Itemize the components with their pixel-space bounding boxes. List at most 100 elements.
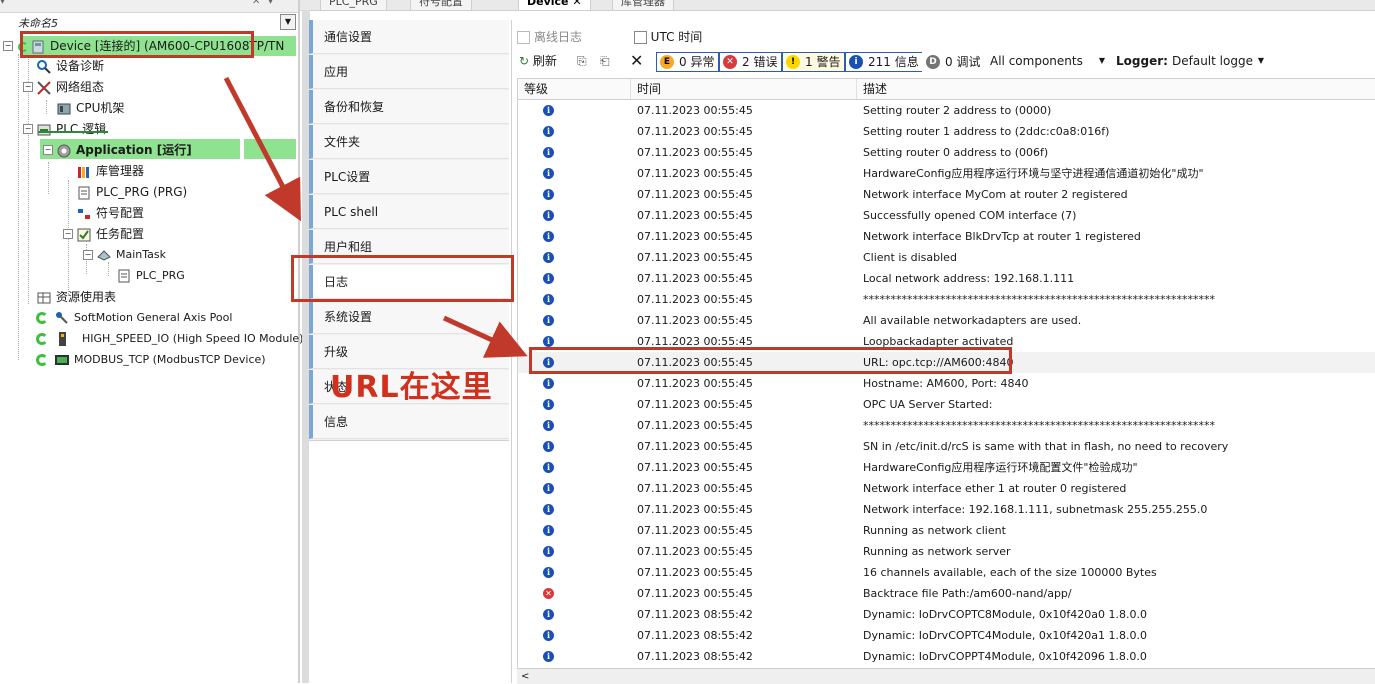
column-time[interactable]: 时间 bbox=[631, 79, 857, 99]
scroll-left-icon[interactable]: < bbox=[517, 671, 529, 682]
tree-item-label: PLC_PRG bbox=[136, 269, 185, 282]
components-dropdown[interactable]: All components ▼ bbox=[990, 51, 1105, 71]
tree-item-resource-table[interactable]: 资源使用表 bbox=[36, 287, 116, 307]
tree-item-maintask[interactable]: MainTask bbox=[96, 245, 166, 265]
tab-symbol-config[interactable]: 符号配置 bbox=[410, 0, 472, 11]
table-row[interactable]: i 07.11.2023 00:55:45 Running as network s… bbox=[518, 541, 1375, 562]
chevron-down-icon: ▼ bbox=[1098, 56, 1105, 65]
column-description[interactable]: 描述 bbox=[857, 79, 1375, 99]
nav-item-info[interactable]: 信息 bbox=[309, 405, 509, 439]
table-row[interactable]: i 07.11.2023 00:55:45 All available networ… bbox=[518, 310, 1375, 331]
row-description: SN in /etc/init.d/rcS is same with that … bbox=[863, 440, 1229, 453]
tab-device[interactable]: Device ✕ bbox=[518, 0, 591, 11]
tree-item-application[interactable]: Application [运行] bbox=[56, 140, 192, 160]
table-row[interactable]: i 07.11.2023 00:55:45 ********************… bbox=[518, 415, 1375, 436]
project-dropdown-button[interactable]: ▼ bbox=[280, 14, 296, 30]
table-row[interactable]: i 07.11.2023 00:55:45 Network interface: 1… bbox=[518, 499, 1375, 520]
pin-icon[interactable]: ✕ bbox=[252, 0, 260, 7]
tree-item-plc-logic[interactable]: PLC 逻辑 bbox=[36, 119, 106, 139]
tree-item-symbol-config[interactable]: 符号配置 bbox=[76, 203, 144, 223]
nav-item-plc-settings[interactable]: PLC设置 bbox=[309, 160, 509, 194]
errors-filter[interactable]: ✕ 2 错误 bbox=[719, 52, 783, 72]
nav-item-system-settings[interactable]: 系统设置 bbox=[309, 300, 509, 334]
row-description: Dynamic: IoDrvCOPTC4Module, 0x10f420a1 1… bbox=[863, 629, 1148, 642]
pin-icon[interactable]: ▾ bbox=[268, 0, 273, 7]
table-row[interactable]: i 07.11.2023 00:55:45 Network interface et… bbox=[518, 478, 1375, 499]
info-icon: i bbox=[543, 609, 554, 620]
tree-item-cpu-rack[interactable]: CPU机架 bbox=[56, 98, 124, 118]
tab-library-manager[interactable]: 库管理器 bbox=[612, 0, 674, 11]
table-row[interactable]: i 07.11.2023 00:55:45 Network interface My… bbox=[518, 184, 1375, 205]
nav-item-folder[interactable]: 文件夹 bbox=[309, 125, 509, 159]
expand-toggle[interactable]: − bbox=[83, 250, 93, 260]
tree-item-label: SoftMotion General Axis Pool bbox=[74, 311, 233, 324]
nav-item-comm-settings[interactable]: 通信设置 bbox=[309, 20, 509, 54]
info-icon: i bbox=[543, 273, 554, 284]
table-row[interactable]: ✕ 07.11.2023 00:55:45 Backtrace file Path:… bbox=[518, 583, 1375, 604]
table-row[interactable]: i 07.11.2023 00:55:45 Successfully opened … bbox=[518, 205, 1375, 226]
info-icon: i bbox=[543, 546, 554, 557]
pin-icon[interactable]: ▾ bbox=[0, 0, 5, 7]
table-row[interactable]: i 07.11.2023 08:55:42 Dynamic: IoDrvCOPPT4… bbox=[518, 646, 1375, 667]
tree-item-label: 设备诊断 bbox=[56, 59, 105, 73]
offline-log-checkbox[interactable]: 离线日志 bbox=[517, 30, 582, 44]
table-row[interactable]: i 07.11.2023 00:55:45 Setting router 0 add… bbox=[518, 142, 1375, 163]
infos-filter[interactable]: i 211 信息 bbox=[845, 52, 924, 72]
table-row[interactable]: i 07.11.2023 08:55:42 Dynamic: IoDrvCOPTC4… bbox=[518, 625, 1375, 646]
clear-button[interactable]: ✕ bbox=[630, 51, 643, 71]
nav-item-backup-restore[interactable]: 备份和恢复 bbox=[309, 90, 509, 124]
debug-filter[interactable]: D0 调试 bbox=[922, 52, 986, 72]
table-row[interactable]: i 07.11.2023 00:55:45 ********************… bbox=[518, 289, 1375, 310]
logger-dropdown[interactable]: Default logge ▼ bbox=[1172, 51, 1264, 71]
tree-item-modbus-tcp[interactable]: MODBUS_TCP (ModbusTCP Device) bbox=[36, 350, 266, 370]
table-row[interactable]: i 07.11.2023 00:55:45 16 channels availabl… bbox=[518, 562, 1375, 583]
tree-item-label: MainTask bbox=[116, 248, 166, 261]
tree-item-high-speed-io[interactable]: HIGH_SPEED_IO (High Speed IO Module) bbox=[36, 329, 303, 349]
info-icon: i bbox=[543, 378, 554, 389]
export-button[interactable]: ⎘ bbox=[577, 51, 587, 71]
nav-item-application[interactable]: 应用 bbox=[309, 55, 509, 89]
table-row[interactable]: i 07.11.2023 00:55:45 HardwareConfig应用程序运行… bbox=[518, 163, 1375, 184]
table-row[interactable]: i 07.11.2023 00:55:45 Client is disabled bbox=[518, 247, 1375, 268]
import-button[interactable]: ⎗ bbox=[600, 51, 610, 71]
row-time: 07.11.2023 00:55:45 bbox=[637, 314, 753, 327]
expand-toggle[interactable]: − bbox=[43, 145, 53, 155]
column-level[interactable]: 等级 bbox=[518, 79, 631, 99]
table-row[interactable]: i 07.11.2023 00:55:45 OPC UA Server Starte… bbox=[518, 394, 1375, 415]
table-row[interactable]: i 07.11.2023 00:55:45 Setting router 2 add… bbox=[518, 100, 1375, 121]
row-time: 07.11.2023 00:55:45 bbox=[637, 377, 753, 390]
gear-icon bbox=[56, 143, 72, 159]
log-options-bar: 离线日志 UTC 时间 bbox=[517, 28, 702, 46]
expand-toggle[interactable]: − bbox=[63, 229, 73, 239]
exceptions-filter[interactable]: E0 异常 bbox=[656, 52, 720, 72]
expand-toggle[interactable]: − bbox=[23, 82, 33, 92]
editor-tab-strip: PLC_PRG 符号配置 Device ✕ 库管理器 bbox=[300, 0, 1375, 11]
table-row[interactable]: i 07.11.2023 08:55:42 Dynamic: IoDrvCOPTC8… bbox=[518, 604, 1375, 625]
warnings-filter[interactable]: ! 1 警告 bbox=[782, 52, 846, 72]
tree-item-task-plc-prg[interactable]: PLC_PRG bbox=[116, 266, 185, 286]
table-row[interactable]: i 07.11.2023 00:55:45 Running as network c… bbox=[518, 520, 1375, 541]
table-row[interactable]: i 07.11.2023 00:55:45 HardwareConfig应用程序运行… bbox=[518, 457, 1375, 478]
expand-toggle[interactable]: − bbox=[3, 41, 13, 51]
close-icon[interactable]: ✕ bbox=[572, 0, 581, 8]
table-row[interactable]: i 07.11.2023 00:55:45 Setting router 1 add… bbox=[518, 121, 1375, 142]
tree-item-plc-prg[interactable]: PLC_PRG (PRG) bbox=[76, 182, 187, 202]
tree-item-task-config[interactable]: 任务配置 bbox=[76, 224, 144, 244]
horizontal-scrollbar[interactable]: < bbox=[517, 668, 1375, 684]
axis-icon bbox=[54, 310, 70, 326]
tree-item-library-manager[interactable]: 库管理器 bbox=[76, 161, 144, 181]
table-row[interactable]: i 07.11.2023 00:55:45 Network interface Bl… bbox=[518, 226, 1375, 247]
tree-item-diagnosis[interactable]: 设备诊断 bbox=[36, 56, 104, 76]
refresh-button[interactable]: ↻ 刷新 bbox=[519, 51, 557, 71]
row-description: Client is disabled bbox=[863, 251, 957, 264]
tab-plc-prg[interactable]: PLC_PRG bbox=[320, 0, 387, 11]
table-row[interactable]: i 07.11.2023 00:55:45 SN in /etc/init.d/rc… bbox=[518, 436, 1375, 457]
nav-item-plc-shell[interactable]: PLC shell bbox=[309, 195, 509, 229]
row-time: 07.11.2023 00:55:45 bbox=[637, 125, 753, 138]
expand-toggle[interactable]: − bbox=[23, 124, 33, 134]
tree-item-softmotion[interactable]: SoftMotion General Axis Pool bbox=[36, 308, 232, 328]
utc-time-checkbox[interactable]: UTC 时间 bbox=[633, 30, 702, 44]
table-row[interactable]: i 07.11.2023 00:55:45 Local network addres… bbox=[518, 268, 1375, 289]
table-row[interactable]: i 07.11.2023 00:55:45 Hostname: AM600, Por… bbox=[518, 373, 1375, 394]
tree-item-network[interactable]: 网络组态 bbox=[36, 77, 104, 97]
